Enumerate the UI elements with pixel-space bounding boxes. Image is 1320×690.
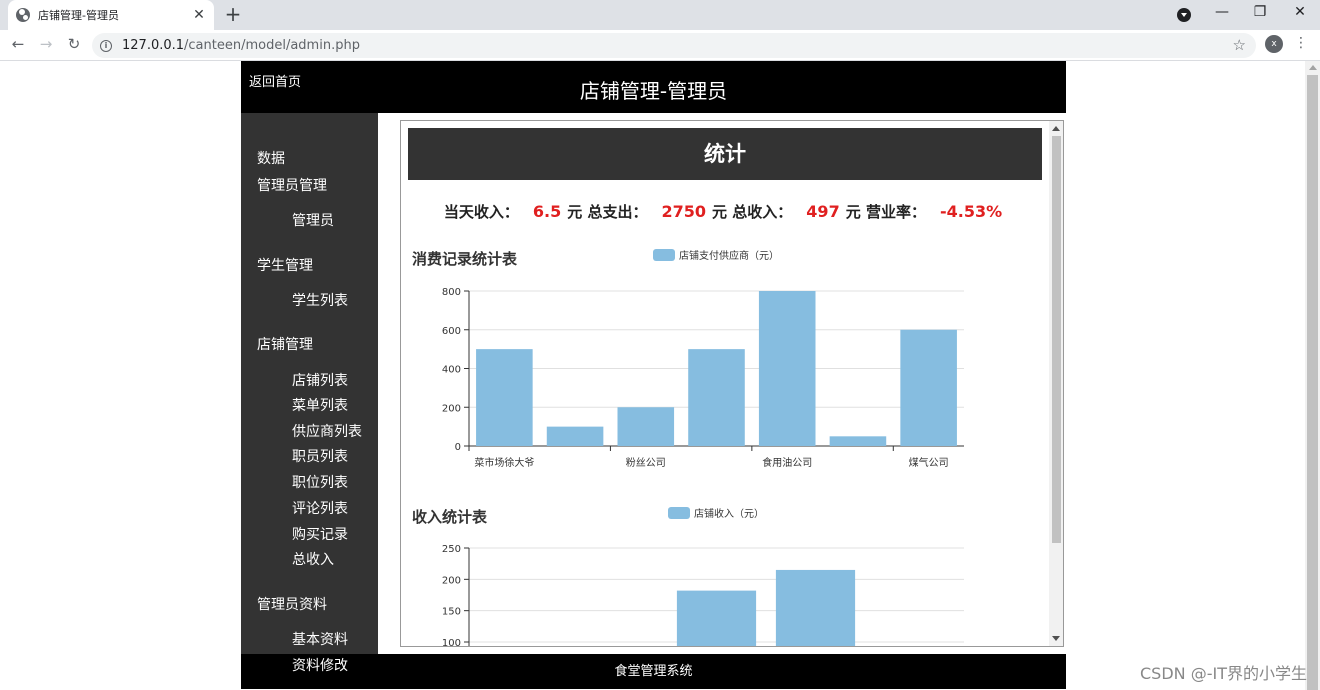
new-tab-button[interactable]: + [222, 4, 244, 24]
page-scrollbar[interactable] [1305, 61, 1320, 690]
unit-label: 元 [712, 203, 728, 221]
sidebar-group-admin-profile[interactable]: 管理员资料 [257, 594, 327, 614]
tab-search-icon[interactable] [1177, 8, 1191, 22]
y-tick-label: 250 [442, 544, 461, 555]
total-expense-label: 总支出： [587, 203, 648, 221]
bar [476, 349, 533, 446]
reload-icon[interactable]: ↻ [64, 35, 84, 53]
scroll-down-arrow-icon[interactable] [1052, 636, 1060, 641]
today-income-label: 当天收入： [443, 203, 519, 221]
kebab-menu-icon[interactable]: ⋮ [1294, 35, 1308, 51]
income-chart-title: 收入统计表 [412, 508, 488, 526]
bar [688, 349, 745, 446]
y-tick-label: 0 [455, 442, 461, 453]
unit-label: 元 [845, 203, 861, 221]
browser-toolbar: ← → ↻ i 127.0.0.1/canteen/model/admin.ph… [0, 30, 1320, 61]
today-income-value: 6.5 [532, 202, 562, 221]
total-income-label: 总收入： [732, 203, 793, 221]
restore-button[interactable]: ❐ [1250, 4, 1270, 20]
sidebar-item-supplier-list[interactable]: 供应商列表 [292, 421, 362, 441]
content-frame: 统计 当天收入： 6.5 元 总支出： 2750 元 总收入： 497 元 营业率： -4.5… [400, 120, 1064, 647]
expense-bar-chart: 0 200 400 600 800 菜市场徐大爷 粉丝公司 食用油公司 煤气公司 [442, 287, 964, 469]
profile-avatar[interactable]: x [1265, 35, 1283, 53]
bar [617, 407, 675, 446]
globe-icon [16, 8, 30, 22]
income-chart-legend[interactable]: 店铺收入（元） [668, 505, 764, 520]
content-scrollbar-thumb[interactable] [1052, 136, 1061, 543]
sidebar-group-data[interactable]: 数据 [257, 148, 285, 168]
sidebar-group-shop-management[interactable]: 店铺管理 [257, 334, 313, 354]
close-tab-icon[interactable]: ✕ [192, 7, 206, 23]
sidebar-item-menu-list[interactable]: 菜单列表 [292, 395, 348, 415]
browser-tab[interactable]: 店铺管理-管理员 ✕ [8, 0, 214, 30]
expense-chart-title: 消费记录统计表 [412, 250, 518, 268]
y-tick-label: 200 [442, 575, 461, 586]
browser-tab-strip: 店铺管理-管理员 ✕ + — ❐ ✕ [0, 0, 1320, 30]
url-text: 127.0.0.1/canteen/model/admin.php [122, 38, 360, 53]
scroll-up-arrow-icon[interactable] [1052, 126, 1060, 131]
y-tick-label: 600 [442, 326, 461, 337]
expense-chart-legend[interactable]: 店铺支付供应商（元） [653, 247, 779, 262]
legend-label: 店铺支付供应商（元） [679, 251, 779, 262]
bar [829, 436, 887, 446]
x-tick-label: 菜市场徐大爷 [474, 456, 534, 469]
window-close-button[interactable]: ✕ [1290, 4, 1310, 20]
bar [758, 291, 816, 446]
stats-summary: 当天收入： 6.5 元 总支出： 2750 元 总收入： 497 元 营业率： -4.53% [401, 201, 1051, 222]
bookmark-star-icon[interactable]: ☆ [1233, 36, 1246, 54]
sidebar: 数据 管理员管理 管理员 学生管理 学生列表 店铺管理 店铺列表 菜单列表 供应… [241, 113, 378, 654]
legend-swatch [668, 506, 690, 519]
sidebar-item-purchase-records[interactable]: 购买记录 [292, 524, 348, 544]
sidebar-item-admin[interactable]: 管理员 [292, 210, 334, 230]
back-arrow-icon[interactable]: ← [8, 35, 28, 53]
sidebar-group-student-management[interactable]: 学生管理 [257, 255, 313, 275]
sidebar-item-staff-list[interactable]: 职员列表 [292, 446, 348, 466]
info-icon[interactable]: i [100, 39, 112, 52]
app-footer: 食堂管理系统 [241, 654, 1066, 689]
sidebar-item-total-income[interactable]: 总收入 [292, 549, 334, 569]
app-header: 返回首页 店铺管理-管理员 [241, 61, 1066, 113]
minimize-button[interactable]: — [1212, 4, 1232, 20]
legend-swatch [653, 248, 675, 261]
address-bar[interactable]: i 127.0.0.1/canteen/model/admin.php ☆ [92, 33, 1256, 58]
sidebar-item-student-list[interactable]: 学生列表 [292, 290, 348, 310]
page-title: 店铺管理-管理员 [579, 79, 728, 103]
sidebar-group-admin-management[interactable]: 管理员管理 [257, 175, 327, 195]
bar [775, 569, 856, 646]
legend-label: 店铺收入（元） [694, 509, 764, 520]
sidebar-item-comment-list[interactable]: 评论列表 [292, 498, 348, 518]
bar [900, 329, 957, 446]
y-tick-label: 800 [442, 287, 461, 298]
scroll-up-arrow-icon[interactable] [1309, 65, 1317, 70]
y-tick-label: 150 [442, 607, 461, 618]
x-tick-label: 粉丝公司 [626, 456, 666, 469]
watermark: CSDN @-IT界的小学生 [1140, 664, 1307, 683]
page-scrollbar-thumb[interactable] [1307, 75, 1318, 690]
rate-value: -4.53% [939, 202, 1003, 221]
sidebar-item-profile-edit[interactable]: 资料修改 [292, 655, 348, 675]
forward-arrow-icon[interactable]: → [36, 35, 56, 53]
tab-title: 店铺管理-管理员 [38, 9, 119, 22]
sidebar-item-position-list[interactable]: 职位列表 [292, 472, 348, 492]
bar [676, 590, 757, 646]
y-tick-label: 200 [442, 403, 461, 414]
y-tick-label: 100 [442, 638, 461, 647]
rate-label: 营业率： [865, 203, 926, 221]
bar [546, 426, 604, 446]
sidebar-item-shop-list[interactable]: 店铺列表 [292, 370, 348, 390]
income-bar-chart: 100 150 200 250 [442, 544, 964, 647]
content-scrollbar[interactable] [1049, 121, 1063, 646]
x-tick-label: 食用油公司 [762, 456, 812, 469]
total-expense-value: 2750 [661, 202, 707, 221]
y-tick-label: 400 [442, 365, 461, 376]
unit-label: 元 [567, 203, 583, 221]
stats-heading: 统计 [408, 128, 1042, 180]
x-tick-label: 煤气公司 [909, 456, 949, 469]
total-income-value: 497 [806, 202, 840, 221]
sidebar-item-basic-info[interactable]: 基本资料 [292, 629, 348, 649]
